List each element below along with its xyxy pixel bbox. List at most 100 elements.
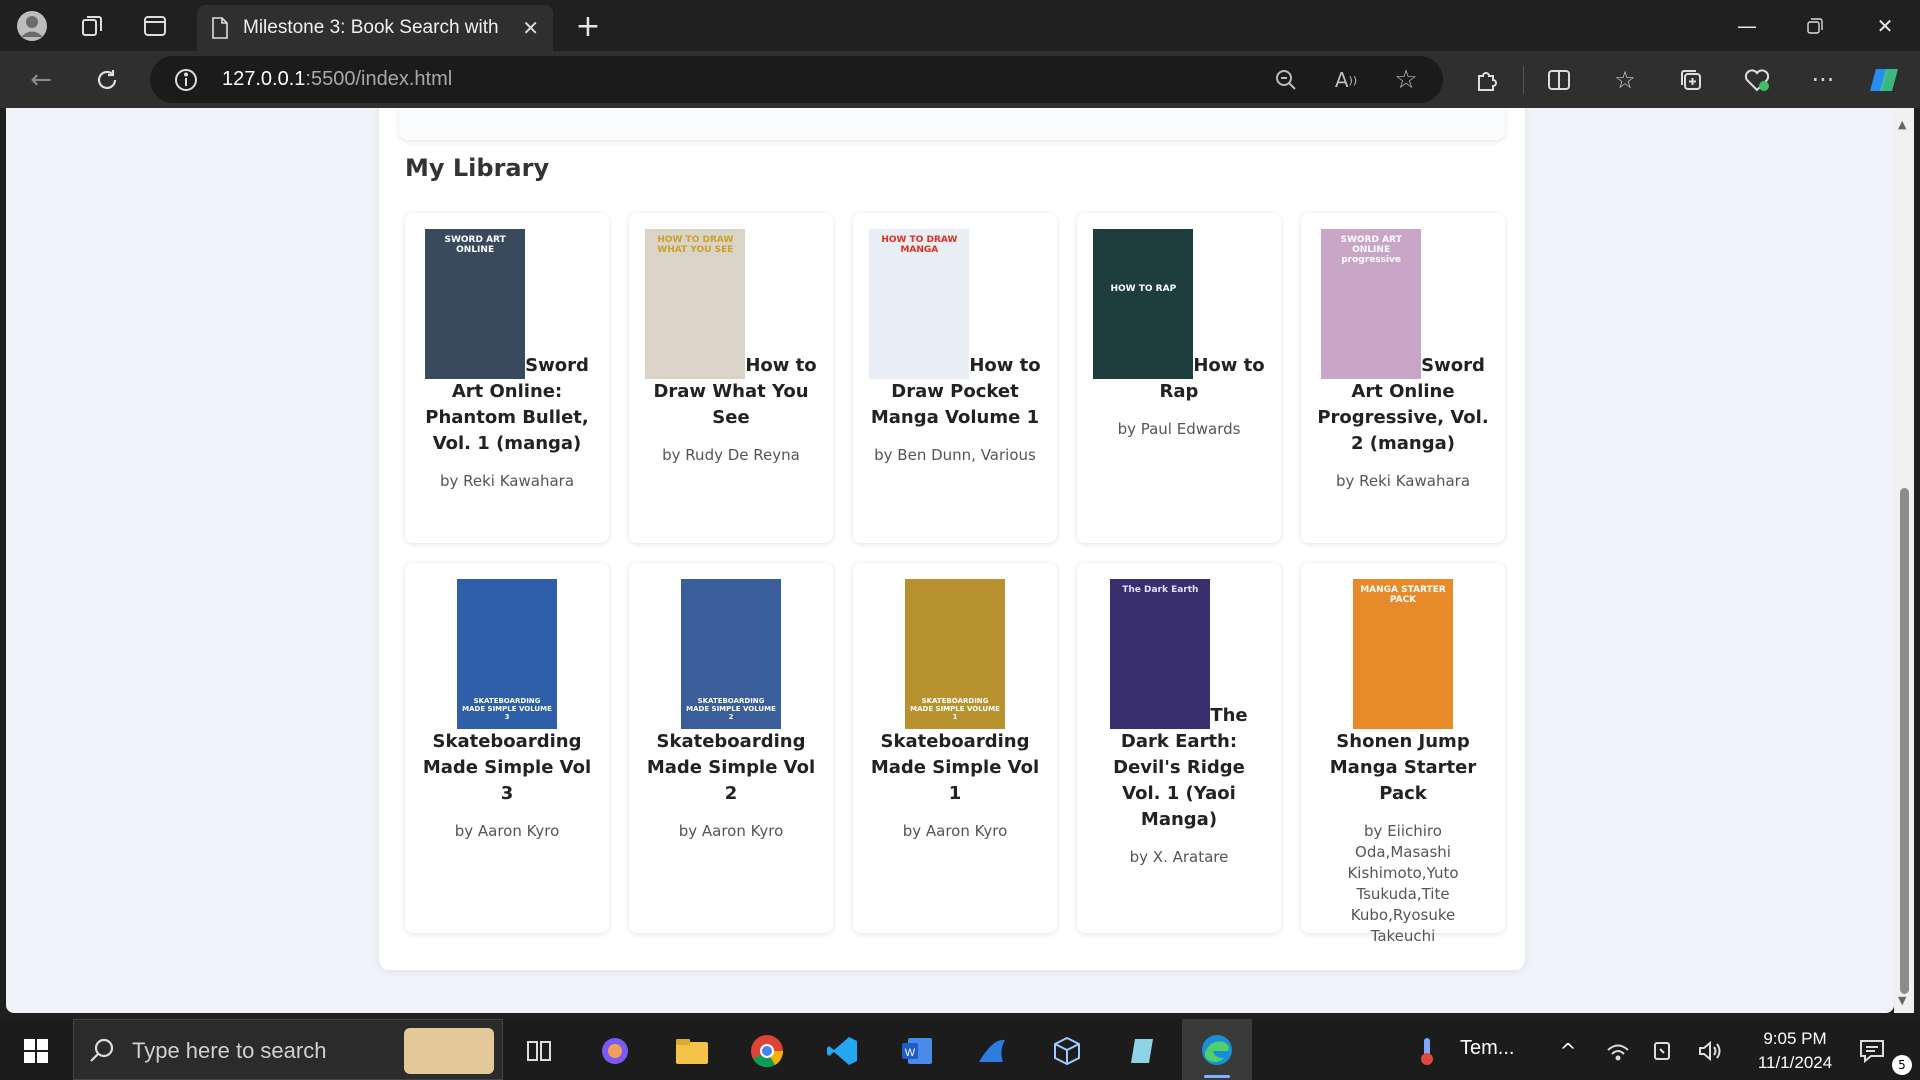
collections-icon[interactable] — [1672, 61, 1710, 99]
copilot-app-icon[interactable] — [595, 1031, 635, 1071]
url-host: 127.0.0.1 — [222, 68, 306, 90]
book-cover-image[interactable]: SKATEBOARDING MADE SIMPLE VOLUME 1 — [905, 579, 1005, 729]
book-card[interactable]: HOW TO RAP How to Rap by Paul Edwards — [1077, 213, 1281, 543]
book-info: HOW TO DRAW WHAT YOU SEE How to Draw What… — [645, 229, 817, 431]
main-container: My Library SWORD ART ONLINE Sword Art Onl… — [379, 108, 1525, 970]
profile-avatar-icon[interactable] — [14, 8, 50, 44]
book-card[interactable]: SKATEBOARDING MADE SIMPLE VOLUME 3 Skateb… — [405, 563, 609, 933]
book-info: HOW TO DRAW MANGA How to Draw Pocket Mang… — [869, 229, 1041, 431]
vscode-icon[interactable] — [822, 1031, 862, 1071]
book-cover-image[interactable]: The Dark Earth — [1110, 579, 1211, 729]
wifi-icon[interactable] — [1598, 1031, 1638, 1071]
tab-actions-icon[interactable] — [137, 8, 173, 44]
book-info: HOW TO RAP How to Rap — [1093, 229, 1265, 405]
book-info: SKATEBOARDING MADE SIMPLE VOLUME 2 Skateb… — [645, 579, 817, 807]
favorite-star-icon[interactable]: ☆ — [1390, 64, 1422, 96]
workspaces-icon[interactable] — [74, 8, 110, 44]
book-card[interactable]: SKATEBOARDING MADE SIMPLE VOLUME 1 Skateb… — [853, 563, 1057, 933]
book-cover-image[interactable]: SKATEBOARDING MADE SIMPLE VOLUME 2 — [681, 579, 781, 729]
taskbar-search-box[interactable]: Type here to search — [73, 1019, 503, 1080]
close-window-icon[interactable]: ✕ — [1851, 0, 1919, 51]
url-text[interactable]: 127.0.0.1:5500/index.html — [222, 68, 452, 91]
book-cover-image[interactable]: SWORD ART ONLINE progressive — [1321, 229, 1422, 379]
book-author: by Eiichiro Oda,Masashi Kishimoto,Yuto T… — [1347, 822, 1459, 945]
page-icon — [212, 17, 228, 39]
show-hidden-icons-chevron-icon[interactable]: ^ — [1548, 1031, 1588, 1071]
book-info: SWORD ART ONLINE progressive Sword Art On… — [1317, 229, 1489, 457]
zoom-out-icon[interactable] — [1270, 64, 1302, 96]
book-cover-image[interactable]: MANGA STARTER PACK — [1353, 579, 1453, 729]
chrome-icon[interactable] — [747, 1031, 787, 1071]
book-card[interactable]: SKATEBOARDING MADE SIMPLE VOLUME 2 Skateb… — [629, 563, 833, 933]
refresh-icon[interactable] — [88, 61, 126, 99]
split-screen-icon[interactable] — [1540, 61, 1578, 99]
task-view-icon[interactable] — [520, 1031, 560, 1071]
cover-text: SWORD ART ONLINE — [444, 235, 506, 255]
search-placeholder: Type here to search — [132, 1038, 327, 1063]
cover-text: SKATEBOARDING MADE SIMPLE VOLUME 3 — [462, 697, 552, 721]
notifications-icon[interactable] — [1852, 1031, 1892, 1071]
favorites-icon[interactable]: ☆ — [1606, 61, 1644, 99]
clock-date: 11/1/2024 — [1757, 1053, 1833, 1072]
browser-essentials-icon[interactable] — [1738, 61, 1776, 99]
close-tab-icon[interactable]: ✕ — [522, 16, 539, 40]
book-card[interactable]: The Dark Earth The Dark Earth: Devil's Ri… — [1077, 563, 1281, 933]
book-card[interactable]: SWORD ART ONLINE Sword Art Online: Phanto… — [405, 213, 609, 543]
thermometer-icon — [1415, 1035, 1439, 1071]
book-info: SWORD ART ONLINE Sword Art Online: Phanto… — [421, 229, 593, 457]
extensions-icon[interactable] — [1468, 61, 1506, 99]
book-cover-image[interactable]: HOW TO DRAW WHAT YOU SEE — [645, 229, 746, 379]
book-cover-image[interactable]: HOW TO RAP — [1093, 229, 1194, 379]
scroll-down-arrow-icon[interactable]: ▼ — [1898, 994, 1906, 1007]
meet-now-icon[interactable] — [1643, 1031, 1683, 1071]
virtualbox-icon[interactable] — [1047, 1031, 1087, 1071]
svg-text:W: W — [905, 1047, 916, 1059]
library-heading: My Library — [405, 154, 550, 182]
page-viewport: My Library SWORD ART ONLINE Sword Art Onl… — [6, 108, 1894, 1013]
cover-text: SKATEBOARDING MADE SIMPLE VOLUME 2 — [686, 697, 776, 721]
back-icon[interactable]: ← — [22, 61, 60, 99]
start-windows-icon[interactable] — [16, 1031, 56, 1071]
windows-taskbar: Type here to search W Tem... ^ 9:05 PM 1… — [0, 1019, 1920, 1080]
app-sail-icon[interactable] — [972, 1031, 1012, 1071]
site-info-icon[interactable] — [170, 64, 202, 96]
minimize-icon[interactable]: — — [1713, 0, 1781, 51]
word-icon[interactable]: W — [897, 1031, 937, 1071]
scrollbar-thumb[interactable] — [1900, 488, 1909, 994]
scroll-up-arrow-icon[interactable]: ▲ — [1898, 118, 1906, 131]
book-card[interactable]: SWORD ART ONLINE progressive Sword Art On… — [1301, 213, 1505, 543]
new-tab-icon[interactable]: + — [570, 8, 606, 44]
book-cover-image[interactable]: HOW TO DRAW MANGA — [869, 229, 970, 379]
book-grid: SWORD ART ONLINE Sword Art Online: Phanto… — [405, 213, 1505, 945]
book-cover-image[interactable]: SKATEBOARDING MADE SIMPLE VOLUME 3 — [457, 579, 557, 729]
volume-icon[interactable] — [1690, 1031, 1730, 1071]
edge-icon[interactable] — [1182, 1019, 1252, 1080]
book-author: by Rudy De Reyna — [662, 446, 800, 464]
book-author: by X. Aratare — [1129, 848, 1229, 866]
book-info: The Dark Earth The Dark Earth: Devil's Ri… — [1093, 579, 1265, 833]
tab-title: Milestone 3: Book Search with Go — [243, 17, 503, 38]
read-aloud-icon[interactable]: A)) — [1330, 64, 1362, 96]
book-card[interactable]: MANGA STARTER PACK Shonen Jump Manga Star… — [1301, 563, 1505, 945]
book-info: SKATEBOARDING MADE SIMPLE VOLUME 1 Skateb… — [869, 579, 1041, 807]
browser-title-bar: Milestone 3: Book Search with Go ✕ + — ✕ — [0, 0, 1920, 51]
book-cover-image[interactable]: SWORD ART ONLINE — [425, 229, 526, 379]
file-explorer-icon[interactable] — [672, 1031, 712, 1071]
system-clock[interactable]: 9:05 PM 11/1/2024 — [1740, 1027, 1850, 1075]
more-menu-icon[interactable]: ··· — [1804, 61, 1842, 99]
browser-toolbar: ← 127.0.0.1:5500/index.html A)) ☆ ☆ ··· — [0, 51, 1920, 108]
cover-text: SWORD ART ONLINE progressive — [1340, 235, 1402, 265]
weather-text[interactable]: Tem... — [1460, 1037, 1514, 1060]
clock-time: 9:05 PM — [1763, 1029, 1827, 1048]
notepad-app-icon[interactable] — [1122, 1031, 1162, 1071]
active-app-indicator — [1204, 1075, 1230, 1078]
copilot-icon[interactable] — [1866, 61, 1904, 99]
book-card[interactable]: HOW TO DRAW WHAT YOU SEE How to Draw What… — [629, 213, 833, 543]
restore-icon[interactable] — [1781, 0, 1849, 51]
cover-text: SKATEBOARDING MADE SIMPLE VOLUME 1 — [910, 697, 1000, 721]
page-scrollbar[interactable]: ▲ ▼ — [1894, 108, 1914, 1013]
cover-text: HOW TO RAP — [1110, 284, 1177, 294]
address-bar[interactable]: 127.0.0.1:5500/index.html A)) ☆ — [150, 56, 1443, 103]
book-card[interactable]: HOW TO DRAW MANGA How to Draw Pocket Mang… — [853, 213, 1057, 543]
active-tab[interactable]: Milestone 3: Book Search with Go ✕ — [197, 5, 553, 51]
